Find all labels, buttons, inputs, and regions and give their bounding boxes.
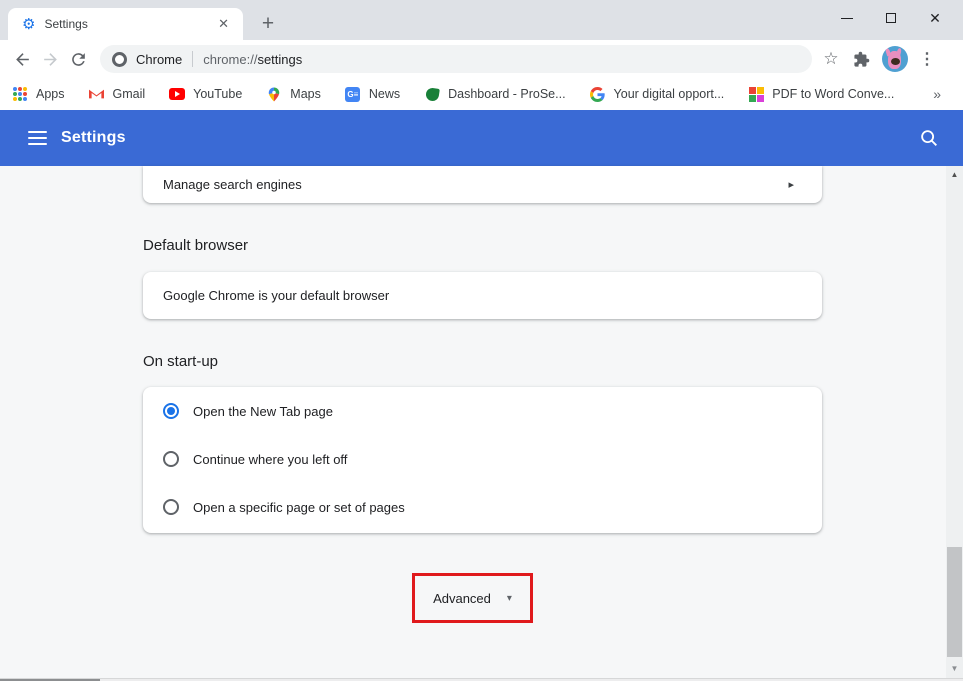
settings-gear-icon: ⚙ — [22, 17, 35, 32]
bookmark-your-digital[interactable]: Your digital opport... — [590, 86, 725, 102]
row-arrow-icon: ▸ — [788, 178, 794, 191]
bookmark-maps[interactable]: Maps — [266, 86, 321, 102]
bookmark-dashboard[interactable]: Dashboard - ProSe... — [424, 86, 565, 102]
chevron-down-icon: ▾ — [507, 593, 512, 604]
bookmark-label: Apps — [36, 87, 65, 101]
startup-radio[interactable] — [163, 499, 179, 515]
bookmark-news[interactable]: G≡ News — [345, 86, 400, 102]
bookmark-label: News — [369, 87, 400, 101]
default-browser-heading: Default browser — [143, 237, 248, 254]
bookmark-gmail[interactable]: Gmail — [89, 86, 146, 102]
maps-pin-icon — [266, 86, 282, 102]
startup-option-continue[interactable]: Continue where you left off — [143, 435, 822, 483]
search-icon[interactable] — [918, 127, 940, 149]
maximize-button[interactable] — [869, 4, 913, 32]
toolbar-right-icons: ☆ ⋮ — [816, 46, 940, 72]
settings-header: Settings — [0, 110, 963, 166]
back-arrow-icon — [13, 50, 32, 69]
scrollbar-thumb[interactable] — [947, 547, 962, 657]
avatar-art — [891, 58, 900, 65]
startup-option-label: Open a specific page or set of pages — [193, 500, 405, 515]
pdf-converter-icon — [748, 86, 764, 102]
scroll-down-arrow[interactable]: ▼ — [946, 660, 963, 676]
on-startup-card: Open the New Tab page Continue where you… — [143, 387, 822, 533]
bookmark-pdf-to-word[interactable]: PDF to Word Conve... — [748, 86, 894, 102]
minimize-button[interactable] — [825, 4, 869, 32]
minimize-icon — [841, 18, 853, 19]
on-startup-heading: On start-up — [143, 353, 218, 370]
startup-radio[interactable] — [163, 451, 179, 467]
tab-strip: ⚙ Settings ✕ + ✕ — [0, 0, 963, 40]
extensions-puzzle-icon[interactable] — [846, 51, 876, 68]
browser-toolbar: Chrome chrome:// settings ☆ ⋮ — [0, 40, 963, 78]
startup-option-specific-pages[interactable]: Open a specific page or set of pages — [143, 483, 822, 531]
close-icon: ✕ — [929, 11, 941, 25]
bookmark-label: YouTube — [193, 87, 242, 101]
startup-radio[interactable] — [163, 403, 179, 419]
google-g-icon — [590, 86, 606, 102]
default-browser-card: Google Chrome is your default browser — [143, 272, 822, 319]
hamburger-menu-icon[interactable] — [28, 131, 47, 145]
settings-page-title: Settings — [61, 129, 126, 147]
bookmarks-bar: Apps Gmail YouTube Maps G≡ News Dashbo — [0, 78, 963, 110]
maximize-icon — [886, 13, 896, 23]
gmail-icon — [89, 86, 105, 102]
bookmark-label: Gmail — [113, 87, 146, 101]
manage-search-engines-label: Manage search engines — [163, 177, 302, 192]
dashboard-icon — [424, 86, 440, 102]
close-window-button[interactable]: ✕ — [913, 4, 957, 32]
url-path: settings — [257, 52, 302, 67]
default-browser-status: Google Chrome is your default browser — [163, 288, 389, 303]
bookmark-label: Dashboard - ProSe... — [448, 87, 565, 101]
bookmark-star-icon[interactable]: ☆ — [816, 49, 846, 69]
forward-button[interactable] — [36, 45, 64, 73]
chrome-logo-icon — [112, 52, 127, 67]
startup-option-label: Continue where you left off — [193, 452, 347, 467]
startup-option-new-tab[interactable]: Open the New Tab page — [143, 387, 822, 435]
url-separator — [192, 51, 193, 67]
profile-avatar[interactable] — [882, 46, 908, 72]
bookmarks-overflow-chevron[interactable]: » — [933, 86, 941, 102]
bookmark-label: Maps — [290, 87, 321, 101]
startup-option-label: Open the New Tab page — [193, 404, 333, 419]
advanced-button[interactable]: Advanced — [433, 591, 491, 606]
browser-tab-settings[interactable]: ⚙ Settings ✕ — [8, 8, 243, 40]
bookmark-label: Your digital opport... — [614, 87, 725, 101]
menu-dots-icon[interactable]: ⋮ — [914, 49, 940, 69]
bookmark-youtube[interactable]: YouTube — [169, 86, 242, 102]
tab-close-icon[interactable]: ✕ — [214, 14, 233, 34]
manage-search-engines-row[interactable]: Manage search engines ▸ — [143, 166, 822, 203]
google-news-icon: G≡ — [345, 86, 361, 102]
scroll-up-arrow[interactable]: ▲ — [946, 166, 963, 182]
advanced-annotation-box[interactable]: Advanced ▾ — [412, 573, 533, 623]
back-button[interactable] — [8, 45, 36, 73]
address-bar[interactable]: Chrome chrome:// settings — [100, 45, 812, 73]
youtube-icon — [169, 86, 185, 102]
reload-icon — [69, 50, 88, 69]
page-scrollbar[interactable]: ▲ ▼ — [946, 166, 963, 678]
bookmark-label: PDF to Word Conve... — [772, 87, 894, 101]
site-label: Chrome — [136, 52, 182, 67]
reload-button[interactable] — [64, 45, 92, 73]
bookmark-apps[interactable]: Apps — [12, 86, 65, 102]
forward-arrow-icon — [41, 50, 60, 69]
settings-content: Manage search engines ▸ Default browser … — [0, 166, 963, 678]
window-controls: ✕ — [825, 4, 957, 32]
apps-grid-icon — [12, 86, 28, 102]
tab-title: Settings — [44, 17, 214, 31]
url-scheme: chrome:// — [203, 52, 257, 67]
new-tab-button[interactable]: + — [254, 10, 282, 38]
